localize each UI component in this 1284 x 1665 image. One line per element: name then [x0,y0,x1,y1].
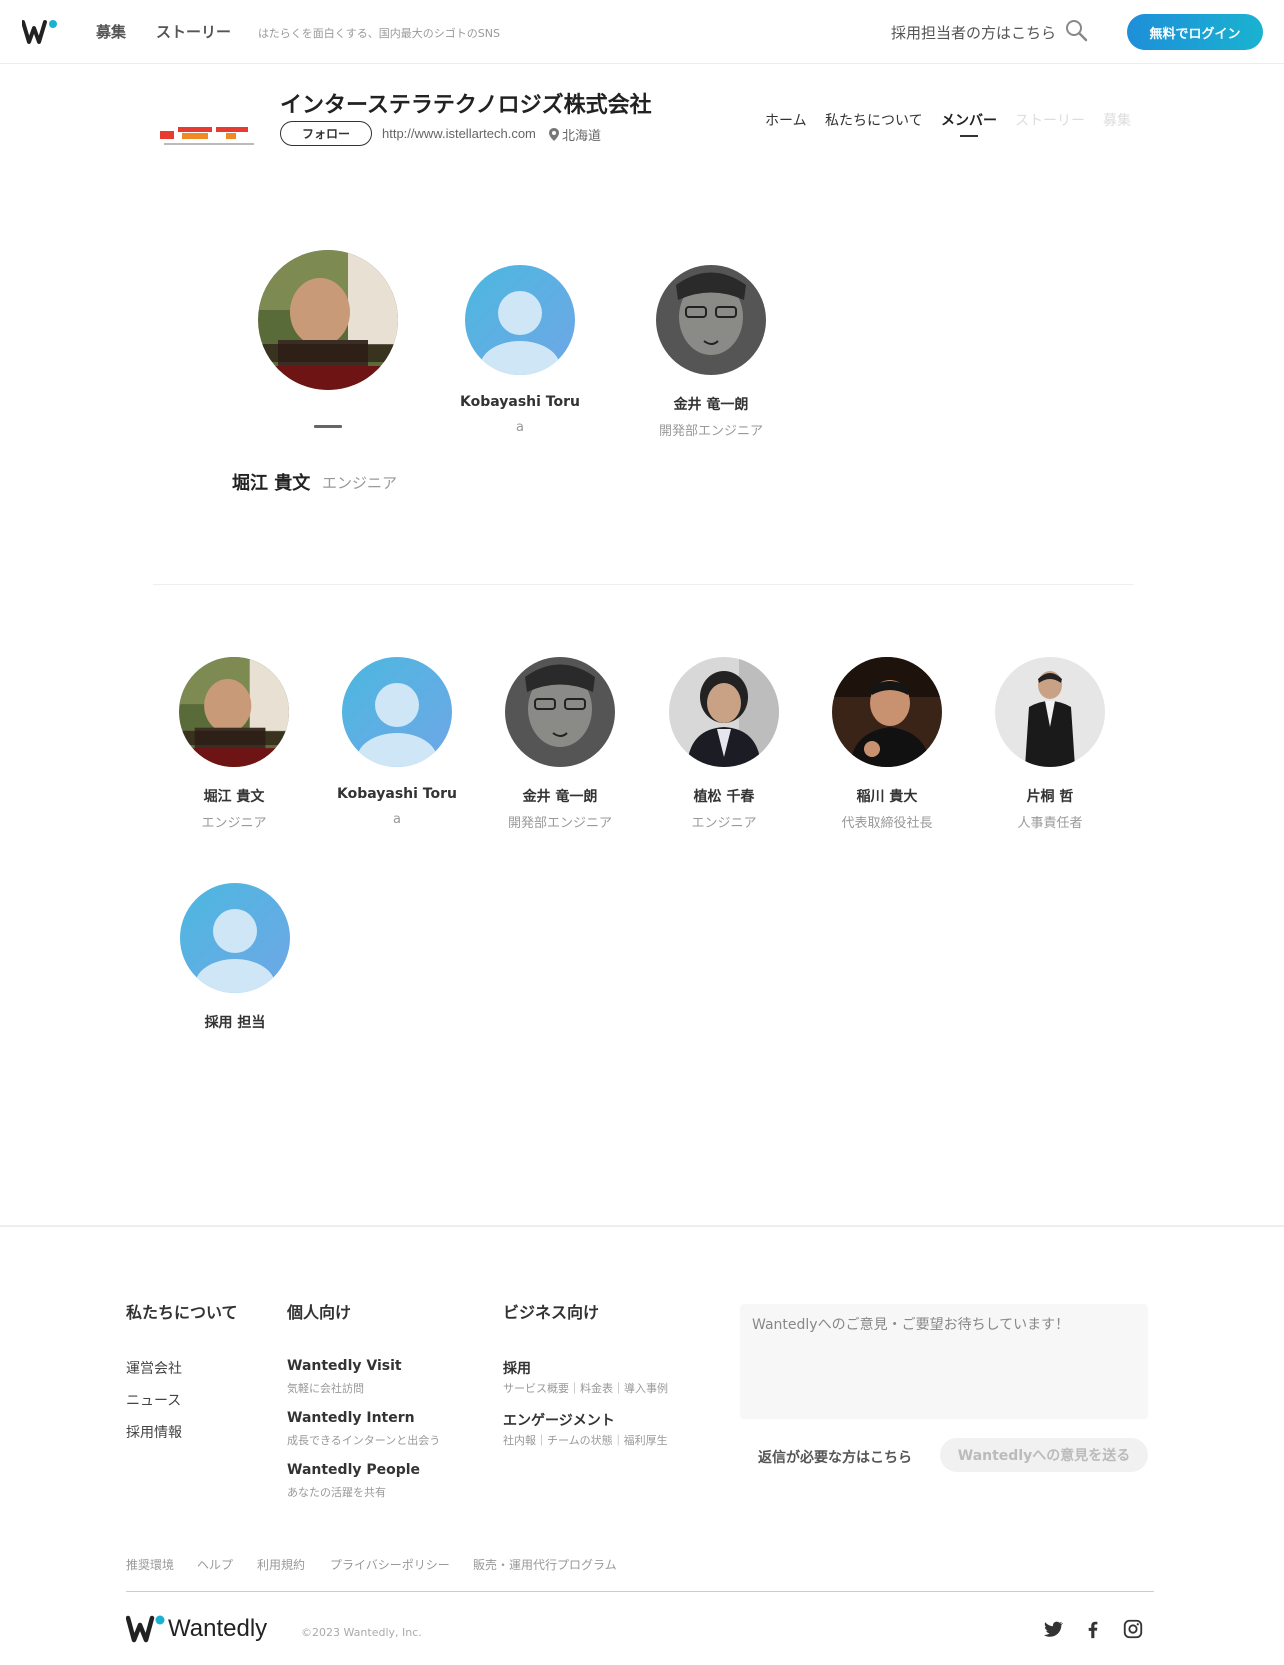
copyright: ©2023 Wantedly, Inc. [301,1626,422,1639]
member-avatar-saiyo[interactable] [180,883,290,993]
member-role-kanai: 開発部エンジニア [507,816,612,831]
company-name: インターステラテクノロジズ株式会社 [280,93,652,118]
default-avatar-icon [465,265,575,375]
member-name-uematsu[interactable]: 植松 千春 [644,786,804,806]
company-location-text: 北海道 [562,129,602,144]
legal-link-environment[interactable]: 推奨環境 [126,1556,174,1573]
member-avatar-kobayashi[interactable] [342,657,452,767]
footer-product-visit-desc: 気軽に会社訪問 [287,1382,364,1395]
footer-business-engagement-desc[interactable]: 社内報｜チームの状態｜福利厚生 [503,1432,668,1448]
kanai-photo [505,657,615,767]
member-name-katagiri[interactable]: 片桐 哲 [970,786,1130,806]
member-name-kobayashi[interactable]: Kobayashi Toru [317,786,477,802]
login-button[interactable]: 無料でログイン [1127,14,1263,50]
legal-link-terms[interactable]: 利用規約 [257,1556,305,1573]
footer-link-company[interactable]: 運営会社 [126,1358,182,1378]
footer-link-news[interactable]: ニュース [126,1390,181,1410]
follow-button[interactable]: フォロー [280,121,372,146]
member-avatar-uematsu[interactable] [669,657,779,767]
featured-avatar-horie[interactable] [258,250,398,390]
send-feedback-button[interactable]: Wantedlyへの意見を送る [940,1438,1148,1472]
footer-product-people-desc: あなたの活躍を共有 [287,1486,386,1499]
member-name-kanai[interactable]: 金井 竜一朗 [480,786,640,806]
footer-product-intern-desc: 成長できるインターンと出会う [287,1434,441,1447]
tab-members[interactable]: メンバー [941,110,997,130]
member-name-inagawa[interactable]: 稲川 貴大 [807,786,967,806]
nav-recruit[interactable]: 募集 [96,21,126,42]
company-location: 北海道 [549,125,601,144]
member-avatar-inagawa[interactable] [832,657,942,767]
footer-divider [126,1591,1154,1592]
footer-business-recruit[interactable]: 採用 [503,1358,531,1378]
footer-personal-heading: 個人向け [287,1303,352,1322]
footer-product-intern[interactable]: Wantedly Intern [287,1410,415,1426]
wantedly-logo-icon[interactable] [22,18,58,46]
selected-member-role: エンジニア [322,474,398,492]
legal-link-agency[interactable]: 販売・運用代行プログラム [473,1556,617,1573]
member-name-saiyo[interactable]: 採用 担当 [155,1012,315,1032]
twitter-icon[interactable] [1042,1618,1064,1640]
footer-business-engagement[interactable]: エンゲージメント [503,1410,615,1430]
feedback-input[interactable]: Wantedlyへのご意見・ご要望お待ちしています！ [740,1304,1148,1419]
default-avatar-icon [342,657,452,767]
horie-photo [179,657,289,767]
member-role-katagiri: 人事責任者 [1017,816,1083,831]
member-name-horie[interactable]: 堀江 貴文 [154,786,314,806]
featured-avatar-kobayashi[interactable] [465,265,575,375]
footer-business-recruit-desc[interactable]: サービス概要｜料金表｜導入事例 [503,1380,668,1396]
member-role-uematsu: エンジニア [691,816,757,831]
member-role-inagawa: 代表取締役社長 [841,816,933,831]
featured-role-kobayashi: a [516,420,524,435]
member-avatar-katagiri[interactable] [995,657,1105,767]
company-url[interactable]: http://www.istellartech.com [382,126,536,141]
facebook-icon[interactable] [1082,1618,1104,1640]
footer-top-border [0,1225,1284,1227]
instagram-icon[interactable] [1122,1618,1144,1640]
featured-avatar-kanai[interactable] [656,265,766,375]
featured-name-kanai[interactable]: 金井 竜一朗 [631,394,791,414]
footer-product-visit[interactable]: Wantedly Visit [287,1358,402,1374]
member-role-kobayashi: a [393,812,401,827]
footer-product-people[interactable]: Wantedly People [287,1462,420,1478]
footer-wantedly-logo[interactable]: Wantedly [126,1614,286,1644]
reply-needed-link[interactable]: 返信が必要な方はこちら [758,1447,912,1467]
footer-about-heading: 私たちについて [126,1303,238,1322]
recruiter-link[interactable]: 採用担当者の方はこちら [891,22,1056,43]
global-header: 募集 ストーリー はたらくを面白くする、国内最大のシゴトのSNS 採用担当者の方… [0,0,1284,64]
featured-name-kobayashi[interactable]: Kobayashi Toru [440,394,600,410]
section-divider [153,584,1133,585]
inagawa-photo [832,657,942,767]
tab-stories[interactable]: ストーリー [1015,110,1085,130]
uematsu-photo [669,657,779,767]
footer-brand-text: Wantedly [168,1615,268,1642]
default-avatar-icon [180,883,290,993]
footer-link-careers[interactable]: 採用情報 [126,1422,182,1442]
search-icon[interactable] [1064,18,1090,44]
kanai-photo [656,265,766,375]
legal-link-help[interactable]: ヘルプ [197,1556,233,1573]
member-role-horie: エンジニア [201,816,267,831]
featured-role-kanai: 開発部エンジニア [658,424,763,439]
tab-active-indicator [960,135,978,137]
tab-recruit[interactable]: 募集 [1103,110,1131,130]
member-avatar-kanai[interactable] [505,657,615,767]
horie-photo [258,250,398,390]
legal-link-privacy[interactable]: プライバシーポリシー [330,1556,450,1573]
company-logo[interactable] [160,125,258,149]
tab-about[interactable]: 私たちについて [825,110,923,130]
tagline: はたらくを面白くする、国内最大のシゴトのSNS [258,27,500,40]
footer-business-heading: ビジネス向け [503,1303,600,1322]
selected-member-name: 堀江 貴文 [232,473,311,494]
location-pin-icon [549,128,559,141]
wantedly-logo-icon [126,1615,165,1643]
nav-stories[interactable]: ストーリー [156,21,231,42]
featured-selected-indicator [314,425,342,428]
member-avatar-horie[interactable] [179,657,289,767]
katagiri-photo [995,657,1105,767]
tab-home[interactable]: ホーム [765,110,807,130]
